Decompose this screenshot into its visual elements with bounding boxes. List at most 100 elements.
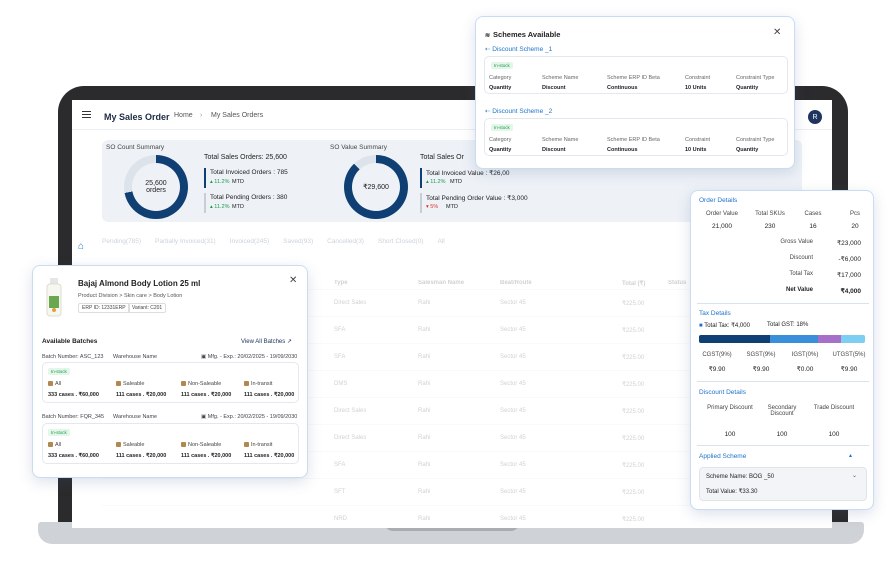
secondary-discount-label: Secondary Discount <box>767 405 797 417</box>
scheme-box-2: In-stock Category Scheme Name Scheme ERP… <box>484 118 788 156</box>
scheme-name-1[interactable]: ⇠ Discount Scheme _1 <box>485 45 552 53</box>
tab-all[interactable]: All <box>438 238 445 245</box>
table-cell-type: Direct Sales <box>334 435 367 441</box>
schemes-title: ≋ Schemes Available <box>485 30 561 39</box>
applied-scheme-title[interactable]: Applied Scheme <box>699 453 746 460</box>
erp-id-tag: ERP ID: 12331ERP <box>78 303 130 313</box>
home-icon[interactable]: ⌂ <box>78 242 88 252</box>
table-cell-salesman: Rahi <box>418 354 431 360</box>
scheme-value: Quantity <box>489 85 512 91</box>
chevron-up-icon[interactable]: ▴ <box>849 452 852 459</box>
table-cell-type: SFA <box>334 327 346 333</box>
breadcrumb-current: My Sales Orders <box>211 112 264 119</box>
net-value: ₹4,000 <box>840 288 861 295</box>
table-cell-type: NRD <box>334 516 347 522</box>
view-all-batches-link[interactable]: View All Batches ↗ <box>241 338 292 345</box>
igst-label: IGST(0%) <box>791 352 819 358</box>
table-cell-type: Direct Sales <box>334 300 367 306</box>
so-value-pending: Total Pending Order Value : ₹3,000 <box>426 195 528 202</box>
tab-partially-invoiced[interactable]: Partially Invoiced(31) <box>155 238 216 245</box>
warehouse-name: Warehouse Name <box>113 414 158 420</box>
batch-dates: ▣ Mfg. - Exp.: 20/02/2025 - 19/09/2030 <box>201 354 298 360</box>
batch-col-label: All <box>48 381 61 387</box>
box-icon <box>244 381 249 387</box>
status-badge: In-stock <box>48 368 70 375</box>
header-total[interactable]: Total (₹) <box>622 280 645 287</box>
tab-saved[interactable]: Saved(93) <box>283 238 313 245</box>
table-cell-total: ₹225.00 <box>622 490 645 496</box>
so-value-value: ₹29,600 <box>363 184 389 191</box>
menu-icon[interactable] <box>82 111 91 118</box>
tax-gst: Total GST: 18% <box>767 322 809 328</box>
table-cell-beat: Sector 45 <box>500 462 526 468</box>
scheme-label: Scheme Name <box>542 75 579 81</box>
header-type[interactable]: Type <box>334 280 348 286</box>
batch-box: In-stock All Saleable Non-Saleable In-tr… <box>42 362 299 403</box>
box-icon <box>181 381 186 387</box>
net-value-label: Net Value <box>785 287 813 293</box>
divider <box>697 445 869 446</box>
tab-cancelled[interactable]: Cancelled(3) <box>327 238 364 245</box>
invoiced-bar <box>204 168 206 188</box>
table-cell-total: ₹225.00 <box>622 463 645 469</box>
so-count-value: 25,600 <box>145 180 167 187</box>
header-salesman[interactable]: Salesman Name <box>418 280 464 286</box>
calendar-icon: ▣ <box>201 414 208 420</box>
product-image <box>46 278 62 317</box>
scheme-icon: ≋ <box>485 33 491 39</box>
so-count-unit: orders <box>146 187 166 194</box>
box-icon <box>116 442 121 448</box>
order-col-label: Total SKUs <box>755 211 785 217</box>
scheme-label: Scheme ERP ID Beta <box>607 137 660 143</box>
batch-col-label: Saleable <box>116 442 144 448</box>
batch-col-value: 111 cases . ₹20,000 <box>244 453 295 459</box>
so-value-donut: ₹29,600 <box>344 155 408 219</box>
order-col-label: Pcs <box>849 211 860 217</box>
scheme-value: Continuous <box>607 147 638 153</box>
chevron-down-icon[interactable]: ⌄ <box>852 472 857 479</box>
table-cell-beat: Sector 45 <box>500 516 526 522</box>
close-icon[interactable]: ✕ <box>773 27 781 38</box>
scheme-label: Category <box>489 75 512 81</box>
applied-scheme-name: Scheme Name: BOG _50 <box>706 474 775 480</box>
scheme-box-1: In-stock Category Scheme Name Scheme ERP… <box>484 56 788 94</box>
discount-label: Discount <box>789 255 813 261</box>
box-icon <box>244 442 249 448</box>
tab-pending[interactable]: Pending(785) <box>102 238 141 245</box>
header-beat[interactable]: Beat/Route <box>500 280 532 286</box>
table-cell-beat: Sector 45 <box>500 300 526 306</box>
table-cell-beat: Sector 45 <box>500 489 526 495</box>
cgst-value: ₹9.90 <box>708 366 726 373</box>
avatar[interactable]: R <box>808 110 822 124</box>
table-cell-beat: Sector 45 <box>500 381 526 387</box>
status-badge: In-stock <box>48 429 70 436</box>
close-icon[interactable]: ✕ <box>289 275 297 286</box>
so-value-pending-change: ▾ 5% <box>426 204 439 210</box>
sgst-label: SGST(9%) <box>746 352 776 358</box>
total-tax-label: Total Tax <box>789 271 813 277</box>
scheme-value: Quantity <box>489 147 512 153</box>
header-status[interactable]: Status <box>668 280 686 286</box>
batch-number: Batch Number: ASC_123 <box>42 354 104 360</box>
tab-short-closed[interactable]: Short Closed(0) <box>378 238 424 245</box>
sgst-value: ₹9.90 <box>752 366 770 373</box>
table-cell-total: ₹225.00 <box>622 301 645 307</box>
cgst-label: CGST(9%) <box>702 352 732 358</box>
order-details-card: Order Details Order Value Total SKUs Cas… <box>690 190 874 510</box>
total-tax-value: ₹17,000 <box>836 272 861 279</box>
tab-invoiced[interactable]: Invoiced(245) <box>230 238 269 245</box>
order-col-value: 16 <box>809 223 817 230</box>
scheme-value: Continuous <box>607 85 638 91</box>
scheme-name-2[interactable]: ⇠ Discount Scheme _2 <box>485 107 552 115</box>
batch-col-value: 111 cases . ₹20,000 <box>181 392 232 398</box>
order-col-value: 20 <box>851 223 859 230</box>
table-cell-salesman: Rahi <box>418 300 431 306</box>
mtd-label: MTD <box>450 179 462 185</box>
so-value-invoiced: Total Invoiced Value : ₹26,00 <box>426 170 510 177</box>
so-count-label: SO Count Summary <box>106 144 165 151</box>
table-cell-type: SFA <box>334 462 346 468</box>
table-cell-salesman: Rahi <box>418 516 431 522</box>
batch-col-label: All <box>48 442 61 448</box>
breadcrumb-home[interactable]: Home <box>174 112 193 119</box>
batch-col-value: 111 cases . ₹20,000 <box>116 392 167 398</box>
